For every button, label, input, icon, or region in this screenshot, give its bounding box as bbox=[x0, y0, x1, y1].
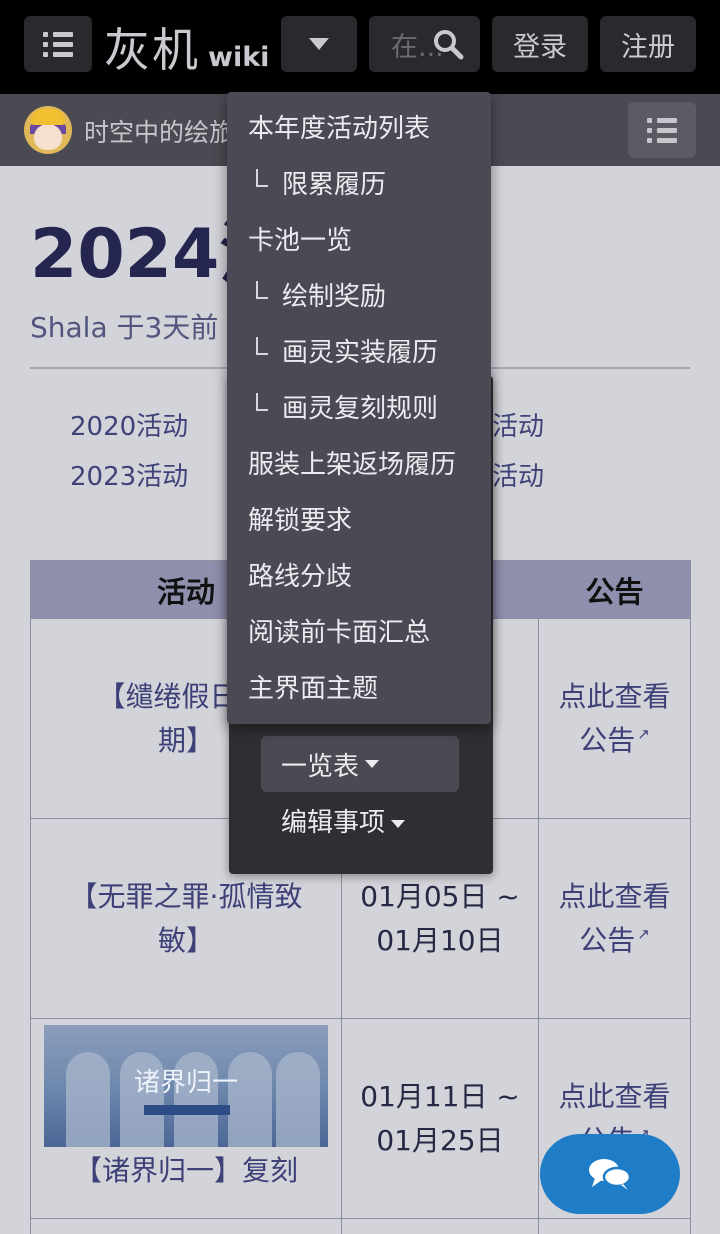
year-link-2020[interactable]: 2020活动 bbox=[70, 406, 188, 443]
tree-branch-icon bbox=[256, 393, 268, 411]
notice-link[interactable] bbox=[538, 1218, 691, 1234]
hamburger-icon bbox=[43, 31, 73, 57]
menu-item-card-summary[interactable]: 阅读前卡面汇总 bbox=[227, 602, 491, 658]
year-link-col2-1[interactable]: 活动 bbox=[492, 406, 544, 443]
caret-down-icon bbox=[365, 760, 380, 768]
year-link-2023[interactable]: 2023活动 bbox=[70, 456, 188, 493]
column-header-notice: 公告 bbox=[538, 560, 691, 619]
top-navbar: 灰机 wiki 在... 登录 注册 bbox=[0, 0, 720, 94]
table-row bbox=[30, 1218, 691, 1234]
search-input[interactable]: 在... bbox=[369, 16, 480, 72]
page-meta: Shala 于3天前 bbox=[30, 311, 219, 344]
date-cell bbox=[341, 1218, 539, 1234]
chat-fab-button[interactable] bbox=[540, 1134, 680, 1214]
menu-item-unlock-requirements[interactable]: 解锁要求 bbox=[227, 490, 491, 546]
event-cell[interactable]: 诸界归一 【诸界归一】复刻 bbox=[30, 1018, 342, 1219]
banner-caption: 诸界归一 bbox=[133, 1068, 238, 1098]
caret-down-icon bbox=[391, 819, 406, 828]
nav-dropdown-menu: 本年度活动列表 限累履历 卡池一览 绘制奖励 画灵实装履历 画灵复刻规则 服装上… bbox=[227, 92, 491, 724]
tree-branch-icon bbox=[256, 337, 268, 355]
date-cell: 01月11日 ~ 01月25日 bbox=[341, 1018, 539, 1219]
toc-button[interactable] bbox=[628, 102, 696, 158]
event-banner-image[interactable]: 诸界归一 bbox=[44, 1025, 328, 1147]
list-icon bbox=[647, 117, 677, 143]
notice-link[interactable]: 点此查看 公告↗ bbox=[538, 818, 691, 1019]
external-link-icon: ↗ bbox=[637, 925, 650, 944]
main-menu-button[interactable] bbox=[24, 16, 92, 72]
external-link-icon: ↗ bbox=[637, 725, 650, 744]
notice-link[interactable]: 点此查看 公告↗ bbox=[538, 618, 691, 819]
event-cell[interactable] bbox=[30, 1218, 342, 1234]
chevron-down-icon bbox=[309, 38, 329, 50]
menu-item-spirit-release-history[interactable]: 画灵实装履历 bbox=[227, 322, 491, 378]
chat-bubbles-icon bbox=[589, 1159, 632, 1190]
menu-item-route-branches[interactable]: 路线分歧 bbox=[227, 546, 491, 602]
tree-branch-icon bbox=[256, 169, 268, 187]
menu-item-outfit-history[interactable]: 服装上架返场履历 bbox=[227, 434, 491, 490]
logo-suffix: wiki bbox=[208, 42, 270, 73]
menu-item-annual-events[interactable]: 本年度活动列表 bbox=[227, 98, 491, 154]
search-icon[interactable] bbox=[432, 28, 464, 60]
year-link-col2-2[interactable]: 活动 bbox=[492, 456, 544, 493]
login-button[interactable]: 登录 bbox=[492, 16, 588, 72]
site-avatar[interactable] bbox=[24, 106, 72, 154]
register-button[interactable]: 注册 bbox=[600, 16, 696, 72]
edit-items-dropdown[interactable]: 编辑事项 bbox=[281, 802, 406, 839]
tree-branch-icon bbox=[256, 281, 268, 299]
menu-item-limited-history[interactable]: 限累履历 bbox=[227, 154, 491, 210]
nav-dropdown-toggle[interactable] bbox=[281, 16, 357, 72]
menu-item-main-theme[interactable]: 主界面主题 bbox=[227, 658, 491, 714]
menu-item-draw-rewards[interactable]: 绘制奖励 bbox=[227, 266, 491, 322]
overview-dropdown-button[interactable]: 一览表 bbox=[261, 736, 459, 792]
menu-item-spirit-rerun-rules[interactable]: 画灵复刻规则 bbox=[227, 378, 491, 434]
logo-text: 灰机 bbox=[104, 23, 200, 77]
site-logo[interactable]: 灰机 wiki bbox=[104, 14, 270, 77]
menu-item-pool-overview[interactable]: 卡池一览 bbox=[227, 210, 491, 266]
